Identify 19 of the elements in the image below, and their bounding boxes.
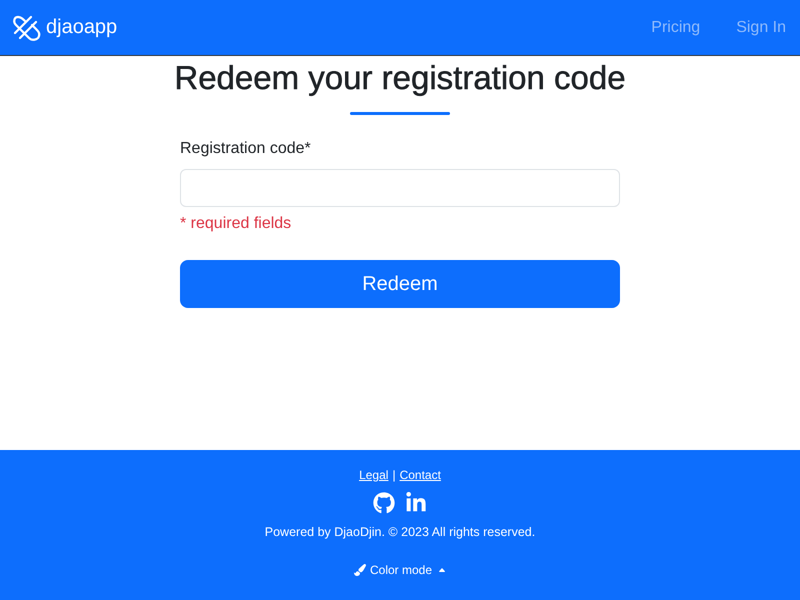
redeem-button[interactable]: Redeem (180, 260, 620, 308)
required-note: * required fields (180, 214, 292, 234)
legal-link[interactable]: Legal (359, 466, 388, 484)
caret-icon (438, 566, 446, 574)
link-separator: | (392, 467, 396, 484)
nav-link[interactable]: Sign In (736, 10, 786, 46)
brand-link[interactable]: djaoapp (12, 14, 118, 42)
github-icon[interactable] (373, 492, 395, 514)
logo-icon (12, 14, 42, 42)
page-title: Redeem your registration code (174, 58, 626, 98)
field-label: Registration code* (180, 138, 312, 159)
input-field[interactable] (180, 168, 620, 207)
color-mode-button[interactable]: Color mode (354, 561, 446, 579)
contact-link[interactable]: Contact (400, 466, 441, 484)
brush-icon (354, 564, 366, 576)
nav-link[interactable]: Pricing (651, 10, 700, 46)
linkedin-icon[interactable] (405, 492, 427, 514)
copyright-text: Powered by DjaoDjin. © 2023 All rights reserved. (264, 524, 536, 541)
brand-name: djaoapp (46, 16, 118, 38)
